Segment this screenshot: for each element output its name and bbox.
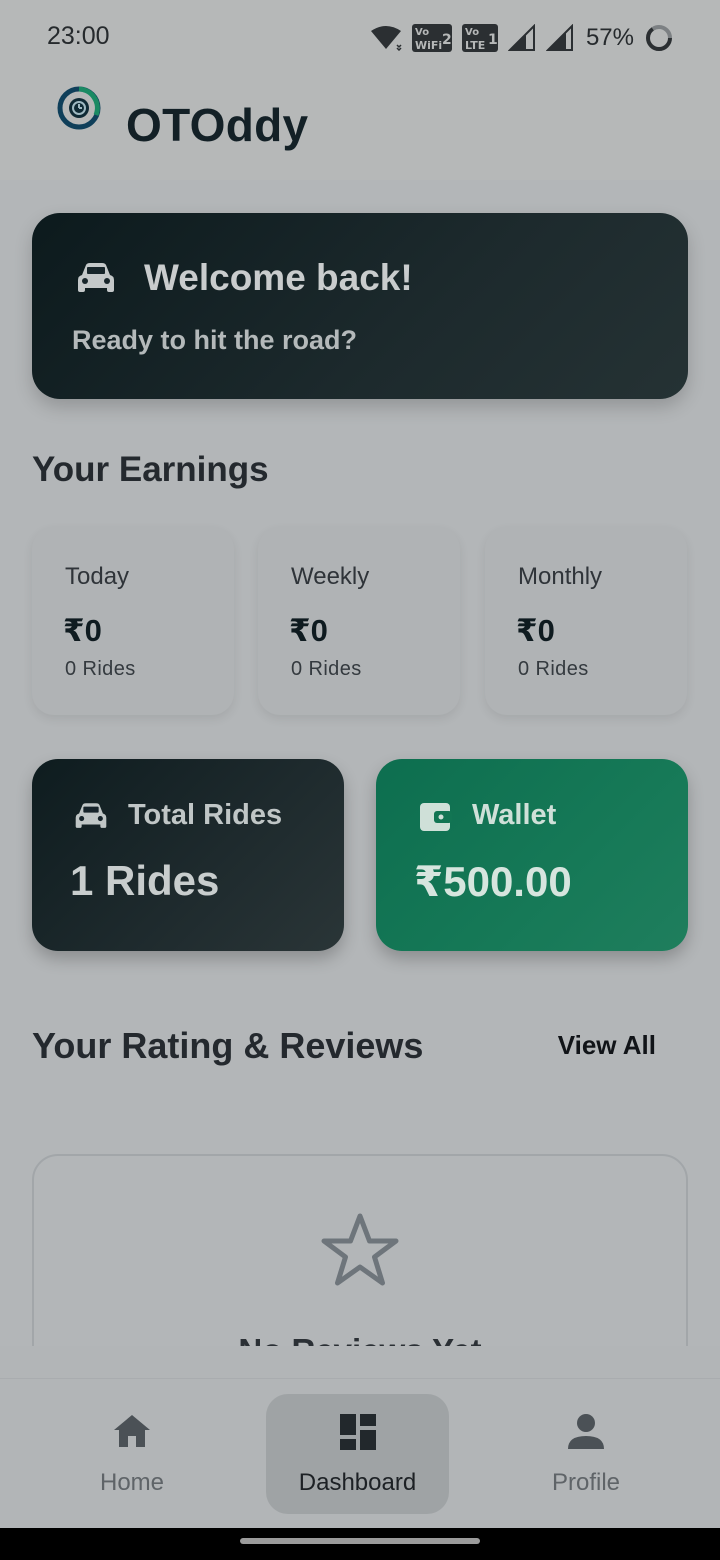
svg-text:Vo: Vo [415, 27, 429, 38]
view-all-reviews-link[interactable]: View All [558, 1030, 656, 1061]
total-rides-label: Total Rides [128, 799, 283, 831]
bottom-navigation: Home Dashboard Profile [0, 1378, 720, 1529]
svg-text:2: 2 [442, 32, 452, 48]
earnings-label: Weekly [291, 563, 370, 590]
earnings-card-monthly[interactable]: Monthly ₹0 0 Rides [485, 527, 687, 715]
earnings-amount: ₹0 [516, 613, 555, 648]
earnings-card-weekly[interactable]: Weekly ₹0 0 Rides [258, 527, 460, 715]
home-icon [114, 1415, 150, 1447]
star-outline-icon [321, 1213, 399, 1286]
svg-text:LTE: LTE [465, 39, 485, 52]
battery-ring-icon [646, 25, 672, 51]
svg-text:Vo: Vo [465, 27, 479, 38]
total-rides-value: 1 Rides [70, 857, 220, 904]
nav-home[interactable]: Home [32, 1379, 232, 1529]
earnings-label: Monthly [518, 563, 603, 590]
svg-text:1: 1 [488, 32, 498, 48]
nav-profile[interactable]: Profile [486, 1379, 686, 1529]
earnings-section-title: Your Earnings [32, 450, 269, 489]
welcome-subtitle: Ready to hit the road? [72, 325, 358, 355]
vowifi-2-icon: Vo WiFi 2 [411, 24, 452, 52]
earnings-amount: ₹0 [63, 613, 102, 648]
status-icons: Vo WiFi 2 Vo LTE 1 57% [370, 20, 674, 56]
app-title: OTOddy [126, 99, 309, 151]
volte-1-icon: Vo LTE 1 [461, 24, 498, 52]
total-rides-card[interactable]: Total Rides 1 Rides [32, 759, 344, 951]
nav-label: Dashboard [298, 1469, 417, 1496]
earnings-rides: 0 Rides [518, 658, 589, 680]
reviews-section-title: Your Rating & Reviews [32, 1025, 424, 1066]
welcome-title: Welcome back! [144, 257, 413, 298]
wifi-icon [370, 26, 402, 51]
earnings-rides: 0 Rides [65, 658, 136, 680]
earnings-rides: 0 Rides [291, 658, 362, 680]
battery-percent: 57% [585, 24, 634, 51]
no-reviews-text: No Reviews Yet [34, 1332, 686, 1346]
gesture-handle[interactable] [240, 1538, 480, 1544]
car-icon [75, 803, 107, 828]
earnings-label: Today [65, 563, 130, 590]
nav-label: Profile [551, 1469, 621, 1496]
dashboard-icon [339, 1414, 376, 1450]
status-bar: 23:00 Vo WiFi 2 Vo LTE 1 57% [0, 0, 720, 76]
signal-1-icon [507, 24, 535, 51]
wallet-balance: ₹500.00 [414, 858, 572, 905]
signal-2-icon [545, 24, 573, 51]
earnings-card-today[interactable]: Today ₹0 0 Rides [32, 527, 234, 715]
app-bar: OTOddy [0, 76, 720, 180]
person-icon [568, 1414, 604, 1449]
nav-dashboard[interactable]: Dashboard [266, 1379, 449, 1529]
svg-text:WiFi: WiFi [415, 39, 442, 52]
wallet-label: Wallet [472, 799, 557, 831]
wallet-card[interactable]: Wallet ₹500.00 [376, 759, 688, 951]
wallet-icon [420, 803, 452, 831]
app-logo-icon [57, 86, 101, 130]
welcome-card: Welcome back! Ready to hit the road? [32, 213, 688, 399]
car-icon [78, 263, 114, 292]
earnings-amount: ₹0 [289, 613, 328, 648]
status-time: 23:00 [47, 22, 110, 50]
nav-label: Home [99, 1469, 165, 1496]
gesture-bar [0, 1528, 720, 1560]
reviews-empty-card: No Reviews Yet [32, 1154, 688, 1346]
dashboard-content[interactable]: Welcome back! Ready to hit the road? You… [0, 180, 720, 1346]
